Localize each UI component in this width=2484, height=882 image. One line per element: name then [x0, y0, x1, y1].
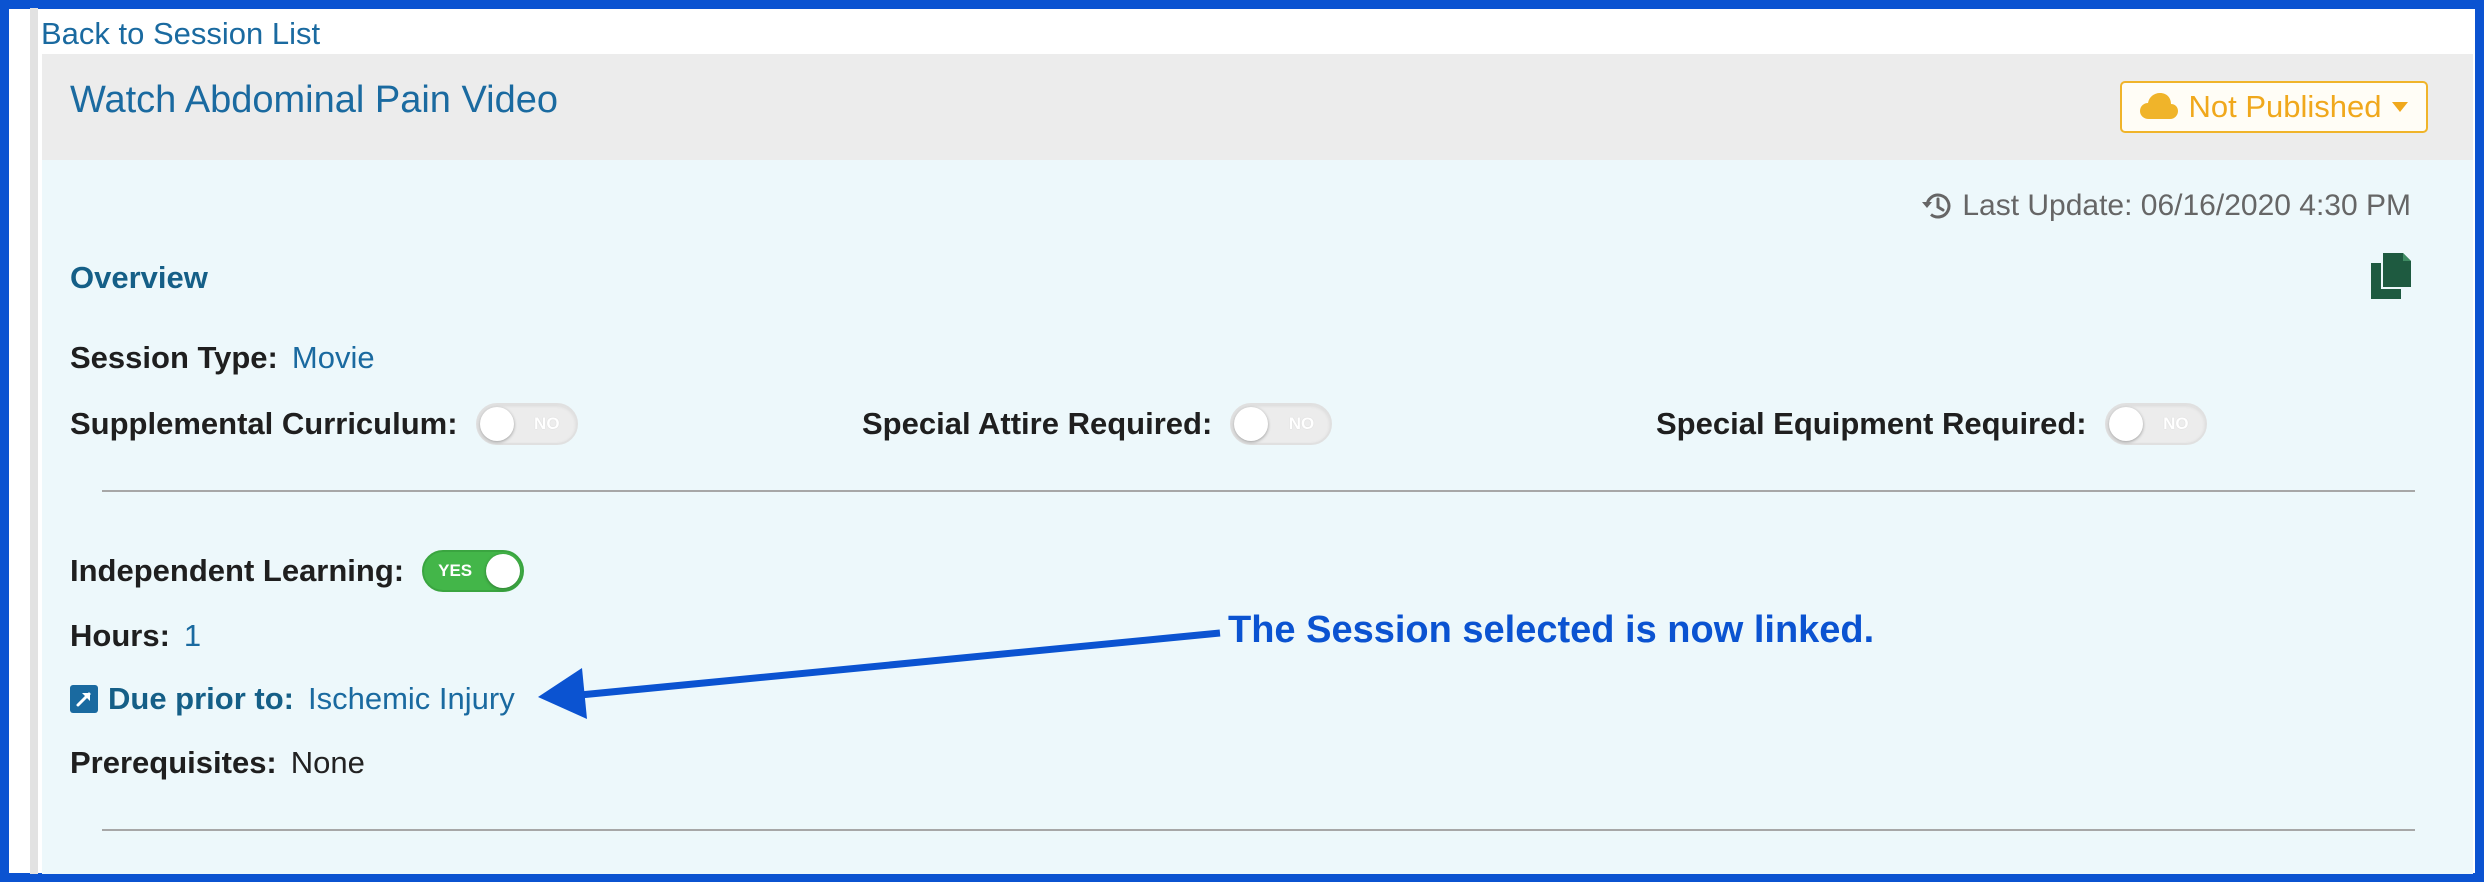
independent-learning-toggle[interactable]: YES	[422, 550, 525, 592]
toggle-state: NO	[1288, 414, 1315, 433]
session-type-label: Session Type:	[70, 340, 278, 375]
toggle-state: NO	[2163, 414, 2189, 433]
external-link-icon[interactable]	[70, 685, 98, 713]
toggle-state: NO	[534, 414, 560, 433]
special-equipment-toggle[interactable]: NO	[2104, 403, 2207, 445]
history-icon	[1922, 193, 1951, 219]
section-divider	[102, 829, 2415, 831]
special-attire-label: Special Attire Required:	[862, 406, 1213, 441]
caret-down-icon	[2391, 102, 2408, 112]
hours-label: Hours:	[70, 618, 170, 653]
due-prior-to-link[interactable]: Ischemic Injury	[308, 679, 515, 719]
session-type-value: Movie	[291, 340, 375, 375]
prerequisites-value: None	[290, 745, 365, 780]
back-to-session-list-link[interactable]: Back to Session List	[41, 14, 320, 54]
session-header: Watch Abdominal Pain Video Not Published	[42, 54, 2473, 160]
copy-icon[interactable]	[2371, 253, 2411, 299]
due-prior-to-label: Due prior to:	[108, 681, 294, 716]
annotation-callout: The Session selected is now linked.	[1228, 609, 1875, 651]
toggle-knob	[2108, 407, 2143, 441]
publish-status-dropdown[interactable]: Not Published	[2120, 81, 2428, 133]
special-attire-row: Special Attire Required: NO	[862, 403, 1333, 445]
supplemental-curriculum-row: Supplemental Curriculum: NO	[70, 403, 578, 445]
publish-status-label: Not Published	[2188, 89, 2382, 124]
independent-learning-label: Independent Learning:	[70, 553, 405, 588]
toggle-knob	[486, 554, 521, 588]
toggle-knob	[1234, 407, 1269, 441]
overview-heading: Overview	[70, 260, 208, 295]
left-rule	[30, 8, 38, 874]
due-prior-to-row: Due prior to: Ischemic Injury	[70, 679, 515, 719]
toggle-state: YES	[438, 561, 473, 580]
special-equipment-row: Special Equipment Required: NO	[1656, 403, 2207, 445]
hours-row: Hours: 1	[70, 616, 201, 656]
cloud-icon	[2140, 93, 2179, 119]
supplemental-curriculum-toggle[interactable]: NO	[475, 403, 578, 445]
supplemental-curriculum-label: Supplemental Curriculum:	[70, 406, 458, 441]
special-equipment-label: Special Equipment Required:	[1656, 406, 2087, 441]
last-update-text: Last Update: 06/16/2020 4:30 PM	[1962, 189, 2411, 222]
page-title: Watch Abdominal Pain Video	[70, 79, 558, 121]
section-divider	[102, 490, 2415, 492]
hours-value: 1	[183, 618, 202, 653]
toggle-knob	[479, 407, 514, 441]
session-details-panel: Last Update: 06/16/2020 4:30 PM Overview…	[42, 160, 2473, 874]
session-type-row: Session Type: Movie	[70, 338, 375, 378]
prerequisites-label: Prerequisites:	[70, 745, 277, 780]
special-attire-toggle[interactable]: NO	[1230, 403, 1333, 445]
independent-learning-row: Independent Learning: YES	[70, 550, 525, 592]
prerequisites-row: Prerequisites: None	[70, 743, 365, 783]
last-update: Last Update: 06/16/2020 4:30 PM	[1922, 186, 2411, 226]
